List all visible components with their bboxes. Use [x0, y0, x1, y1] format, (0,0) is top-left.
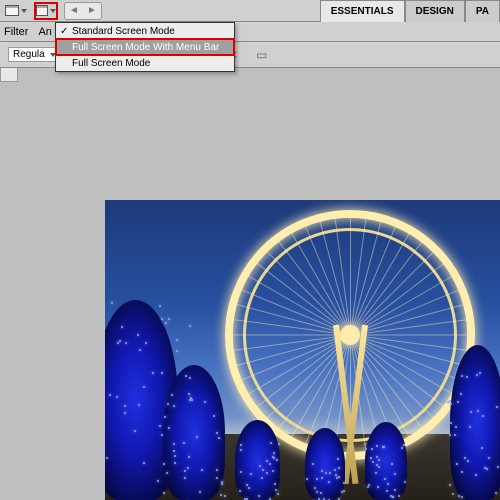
arrow-right-icon: ►: [87, 5, 97, 16]
dropdown-item-standard[interactable]: ✓ Standard Screen Mode: [56, 23, 234, 39]
dropdown-item-label: Full Screen Mode: [72, 58, 150, 69]
dropdown-item-full-with-menu[interactable]: Full Screen Mode With Menu Bar: [56, 39, 234, 55]
document-image[interactable]: [105, 200, 500, 500]
view-extras-icon[interactable]: [4, 2, 28, 20]
arrow-left-icon: ◄: [69, 5, 79, 16]
arrange-documents-icon[interactable]: ◄ ►: [64, 2, 102, 20]
workspace-tab-painting[interactable]: PA: [465, 0, 500, 22]
workspace-tab-design[interactable]: DESIGN: [405, 0, 465, 22]
canvas-area: [0, 68, 500, 500]
menu-analysis[interactable]: An: [38, 26, 51, 38]
dropdown-item-full[interactable]: Full Screen Mode: [56, 55, 234, 71]
check-icon: ✓: [60, 26, 72, 37]
dropdown-item-label: Full Screen Mode With Menu Bar: [72, 42, 219, 53]
document-tab[interactable]: [0, 68, 18, 82]
workspace-switcher: ESSENTIALS DESIGN PA: [320, 0, 500, 22]
menu-filter[interactable]: Filter: [4, 26, 28, 38]
workspace-tab-essentials[interactable]: ESSENTIALS: [320, 0, 405, 22]
application-bar: ◄ ► ESSENTIALS DESIGN PA: [0, 0, 500, 22]
font-style-select[interactable]: Regula: [8, 47, 60, 62]
dropdown-item-label: Standard Screen Mode: [72, 26, 175, 37]
screen-mode-button[interactable]: [34, 2, 58, 20]
screen-mode-dropdown: ✓ Standard Screen Mode Full Screen Mode …: [55, 22, 235, 72]
panel-toggle-icon[interactable]: ▭: [254, 47, 270, 63]
